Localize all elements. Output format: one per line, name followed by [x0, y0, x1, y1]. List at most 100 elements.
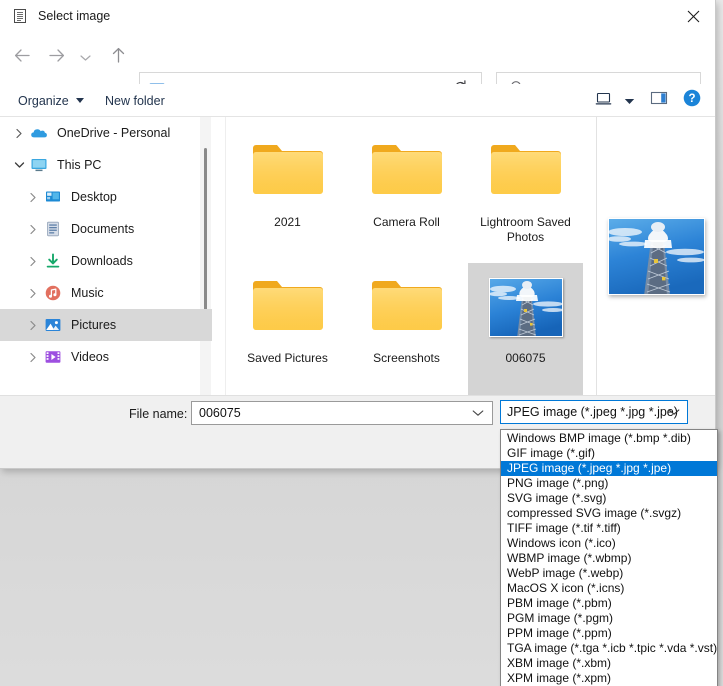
file-type-option[interactable]: PPM image (*.ppm)	[501, 626, 717, 641]
file-type-option[interactable]: compressed SVG image (*.svgz)	[501, 506, 717, 521]
file-type-option[interactable]: WBMP image (*.wbmp)	[501, 551, 717, 566]
file-type-option[interactable]: SVG image (*.svg)	[501, 491, 717, 506]
folder-icon	[248, 263, 328, 351]
arrow-up-icon	[111, 47, 126, 69]
file-item-label: Lightroom Saved Photos	[480, 215, 571, 244]
file-type-option[interactable]: XBM image (*.xbm)	[501, 656, 717, 671]
sidebar-item-label: Documents	[71, 222, 135, 236]
sidebar-item-label: OneDrive - Personal	[57, 126, 171, 140]
file-type-option[interactable]: PNG image (*.png)	[501, 476, 717, 491]
view-options-button[interactable]	[590, 84, 616, 117]
monitor-icon	[30, 156, 48, 174]
help-icon: ?	[683, 89, 701, 112]
close-icon	[687, 10, 700, 23]
view-options-dropdown[interactable]	[620, 84, 638, 117]
file-type-option[interactable]: TIFF image (*.tif *.tiff)	[501, 521, 717, 536]
sidebar-item-onedrive[interactable]: OneDrive - Personal	[0, 117, 212, 149]
file-name-input[interactable]: 006075	[191, 401, 493, 425]
sidebar-item-this-pc[interactable]: This PC	[0, 149, 212, 181]
folder-icon	[367, 263, 447, 351]
file-name-label: File name:	[129, 407, 188, 421]
folder-icon	[248, 127, 328, 215]
file-type-option[interactable]: GIF image (*.gif)	[501, 446, 717, 461]
sidebar-item-label: Pictures	[71, 318, 117, 332]
dialog-body: OneDrive - Personal This PC Desktop Docu…	[0, 117, 715, 395]
file-type-option[interactable]: PBM image (*.pbm)	[501, 596, 717, 611]
command-bar: Organize New folder ?	[0, 84, 715, 117]
chevron-right-icon[interactable]	[22, 352, 44, 363]
organize-button[interactable]: Organize	[18, 84, 84, 117]
chevron-down-icon	[79, 49, 91, 67]
chevron-right-icon[interactable]	[22, 288, 44, 299]
file-item-label: Camera Roll	[373, 215, 440, 229]
sidebar-item-desktop[interactable]: Desktop	[0, 181, 212, 213]
file-type-option[interactable]: TGA image (*.tga *.icb *.tpic *.vda *.vs…	[501, 641, 717, 656]
up-button[interactable]	[106, 46, 130, 70]
sidebar-item-downloads[interactable]: Downloads	[0, 245, 212, 277]
pictures-icon	[44, 316, 62, 334]
preview-pane-button[interactable]	[646, 84, 672, 117]
sidebar-item-music[interactable]: Music	[0, 277, 212, 309]
forward-button[interactable]	[44, 46, 68, 70]
sidebar-item-label: This PC	[57, 158, 102, 172]
file-type-option[interactable]: Windows icon (*.ico)	[501, 536, 717, 551]
window-title: Select image	[38, 9, 111, 23]
documents-icon	[44, 220, 62, 238]
file-type-option-selected[interactable]: JPEG image (*.jpeg *.jpg *.jpe)	[501, 461, 717, 476]
arrow-left-icon	[14, 48, 31, 68]
file-type-value: JPEG image (*.jpeg *.jpg *.jpe)	[507, 405, 678, 419]
file-type-option[interactable]: Windows BMP image (*.bmp *.dib)	[501, 431, 717, 446]
file-name-value: 006075	[199, 406, 241, 420]
caret-down-icon	[75, 98, 84, 103]
file-item-folder[interactable]: Saved Pictures	[230, 263, 345, 395]
downloads-icon	[44, 252, 62, 270]
arrow-right-icon	[48, 48, 65, 68]
chevron-right-icon[interactable]	[22, 320, 44, 331]
file-type-dropdown-list[interactable]: Windows BMP image (*.bmp *.dib) GIF imag…	[500, 429, 718, 686]
cloud-icon	[30, 124, 48, 142]
chevron-down-icon[interactable]	[472, 404, 484, 422]
file-list-pane[interactable]: 2021 Camera Roll Lightroom Saved Photos …	[225, 117, 595, 395]
chevron-right-icon[interactable]	[22, 224, 44, 235]
sidebar-item-documents[interactable]: Documents	[0, 213, 212, 245]
new-folder-label: New folder	[105, 93, 165, 108]
chevron-down-icon[interactable]	[668, 403, 680, 421]
folder-icon	[367, 127, 447, 215]
file-item-folder[interactable]: Camera Roll	[349, 127, 464, 259]
file-item-label: 2021	[274, 215, 301, 229]
new-folder-button[interactable]: New folder	[105, 84, 165, 117]
videos-icon	[44, 348, 62, 366]
chevron-right-icon[interactable]	[22, 256, 44, 267]
organize-label: Organize	[18, 93, 69, 108]
help-button[interactable]: ?	[680, 84, 704, 117]
title-bar: Select image	[0, 0, 715, 32]
file-item-label: Saved Pictures	[247, 351, 328, 365]
back-button[interactable]	[10, 46, 34, 70]
navigation-sidebar[interactable]: OneDrive - Personal This PC Desktop Docu…	[0, 117, 212, 395]
sidebar-item-videos[interactable]: Videos	[0, 341, 212, 373]
chevron-down-icon[interactable]	[8, 161, 30, 169]
preview-image	[608, 217, 705, 295]
preview-pane	[596, 117, 715, 395]
screen: Select image Organize New folder ? OneDr…	[0, 0, 723, 686]
file-type-option[interactable]: PGM image (*.pgm)	[501, 611, 717, 626]
sidebar-item-pictures[interactable]: Pictures	[0, 309, 212, 341]
file-item-image[interactable]: 006075	[468, 263, 583, 395]
file-type-combobox[interactable]: JPEG image (*.jpeg *.jpg *.jpe)	[500, 400, 688, 424]
recent-locations-button[interactable]	[76, 46, 94, 70]
file-type-option[interactable]: WebP image (*.webp)	[501, 566, 717, 581]
file-item-folder[interactable]: Screenshots	[349, 263, 464, 395]
document-icon	[12, 8, 28, 24]
sidebar-item-label: Downloads	[71, 254, 133, 268]
chevron-right-icon[interactable]	[22, 192, 44, 203]
folder-icon	[486, 127, 566, 215]
preview-pane-icon	[650, 91, 668, 110]
file-item-folder[interactable]: 2021	[230, 127, 345, 259]
file-type-option[interactable]: MacOS X icon (*.icns)	[501, 581, 717, 596]
file-type-option[interactable]: XPM image (*.xpm)	[501, 671, 717, 686]
file-item-folder[interactable]: Lightroom Saved Photos	[468, 127, 583, 259]
close-button[interactable]	[670, 0, 715, 32]
desktop-icon	[44, 188, 62, 206]
chevron-right-icon[interactable]	[8, 128, 30, 139]
navigation-row: › This PC › Pictures	[0, 32, 715, 107]
